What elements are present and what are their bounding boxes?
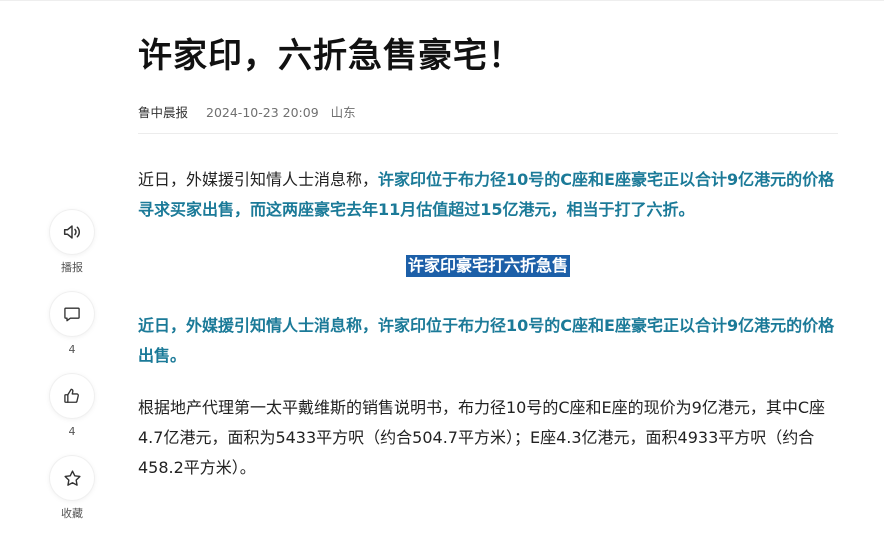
star-icon [63,469,81,486]
article-page: 播报 4 4 收藏 许家印，六折急售豪宅！ 鲁中晨报 2024-10-23 20… [0,0,884,535]
play-action[interactable]: 播报 [47,210,97,275]
article-title: 许家印，六折急售豪宅！ [138,36,523,76]
article-source[interactable]: 鲁中晨报 [138,105,188,120]
subheading-row: 许家印豪宅打六折急售 [138,255,838,283]
like-count: 4 [68,425,76,438]
article-location: 山东 [330,105,356,120]
speaker-icon [63,225,80,239]
play-label: 播报 [61,261,83,274]
paragraph-3: 根据地产代理第一太平戴维斯的销售说明书，布力径10号的C座和E座的现价为9亿港元… [138,398,825,477]
like-button[interactable] [50,374,94,418]
paragraph-1-lead: 近日，外媒援引知情人士消息称， [138,170,379,189]
meta-divider [138,133,838,134]
favorite-action[interactable]: 收藏 [47,456,97,521]
article-time: 2024-10-23 20:09 [206,105,319,120]
like-action[interactable]: 4 [47,374,97,439]
play-button[interactable] [50,210,94,254]
paragraph-1: 近日，外媒援引知情人士消息称，许家印位于布力径10号的C座和E座豪宅正以合计9亿… [138,165,838,225]
comment-bubble-icon [64,307,80,322]
comment-button[interactable] [50,292,94,336]
comment-count: 4 [68,343,76,356]
top-divider [0,0,884,1]
favorite-button[interactable] [50,456,94,500]
article-body: 许家印，六折急售豪宅！ 鲁中晨报 2024-10-23 20:09 山东 近日，… [138,30,838,483]
subheading: 许家印豪宅打六折急售 [405,255,570,277]
thumbs-up-icon [64,388,79,403]
comment-action[interactable]: 4 [47,292,97,357]
article-meta: 鲁中晨报 2024-10-23 20:09 山东 [138,104,838,122]
paragraph-2: 近日，外媒援引知情人士消息称，许家印位于布力径10号的C座和E座豪宅正以合计9亿… [138,316,835,365]
favorite-label: 收藏 [61,507,83,520]
